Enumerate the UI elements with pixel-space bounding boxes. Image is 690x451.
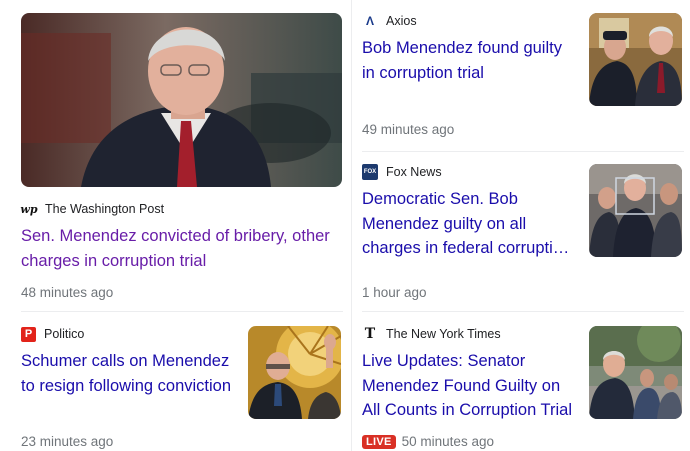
row-divider-right-2	[362, 311, 684, 312]
article-headline[interactable]: Schumer calls on Menendez to resign foll…	[21, 349, 233, 398]
timestamp-text: 23 minutes ago	[21, 434, 114, 449]
timestamp-text: 48 minutes ago	[21, 285, 114, 300]
news-card-fox-news[interactable]: FOX Fox News Democratic Sen. Bob Menende…	[362, 164, 684, 304]
article-timestamp: 23 minutes ago	[21, 434, 113, 449]
washington-post-logo: wp	[20, 201, 38, 217]
article-timestamp: LIVE 50 minutes ago	[362, 434, 494, 449]
news-card-axios[interactable]: Λ Axios Bob Menendez found guilty in cor…	[362, 13, 684, 145]
news-card-politico[interactable]: P Politico Schumer calls on Menendez to …	[21, 326, 343, 451]
article-thumbnail[interactable]	[21, 13, 342, 187]
row-divider-left	[21, 311, 343, 312]
source-name[interactable]: The New York Times	[386, 327, 501, 341]
source-name[interactable]: The Washington Post	[45, 202, 164, 216]
source-name[interactable]: Politico	[44, 327, 84, 341]
row-divider-right-1	[362, 151, 684, 152]
article-thumbnail[interactable]	[248, 326, 341, 419]
article-headline[interactable]: Sen. Menendez convicted of bribery, othe…	[21, 224, 339, 273]
article-headline[interactable]: Live Updates: Senator Menendez Found Gui…	[362, 349, 572, 423]
nyt-logo-mark: T	[364, 326, 376, 342]
source-name[interactable]: Fox News	[386, 165, 442, 179]
article-headline[interactable]: Bob Menendez found guilty in corruption …	[362, 36, 572, 85]
news-card-washington-post[interactable]: wp The Washington Post Sen. Menendez con…	[20, 13, 343, 303]
timestamp-text: 50 minutes ago	[401, 434, 494, 449]
axios-logo: Λ	[362, 13, 378, 29]
timestamp-text: 1 hour ago	[362, 285, 427, 300]
fox-logo-mark: FOX	[363, 169, 377, 175]
news-card-new-york-times[interactable]: T The New York Times Live Updates: Senat…	[362, 326, 684, 451]
politico-logo-mark: P	[24, 328, 33, 340]
timestamp-text: 49 minutes ago	[362, 122, 455, 137]
axios-logo-mark: Λ	[365, 14, 374, 28]
fox-news-logo: FOX	[362, 164, 378, 180]
wapo-logo-mark: wp	[20, 202, 38, 216]
article-thumbnail[interactable]	[589, 326, 682, 419]
live-badge: LIVE	[362, 434, 396, 449]
column-divider	[351, 0, 352, 451]
article-timestamp: 48 minutes ago	[21, 285, 113, 300]
new-york-times-logo: T	[362, 326, 378, 342]
article-timestamp: 1 hour ago	[362, 285, 427, 300]
article-headline[interactable]: Democratic Sen. Bob Menendez guilty on a…	[362, 187, 572, 261]
article-timestamp: 49 minutes ago	[362, 122, 454, 137]
source-name[interactable]: Axios	[386, 14, 417, 28]
politico-logo: P	[21, 326, 36, 342]
article-thumbnail[interactable]	[589, 13, 682, 106]
article-thumbnail[interactable]	[589, 164, 682, 257]
